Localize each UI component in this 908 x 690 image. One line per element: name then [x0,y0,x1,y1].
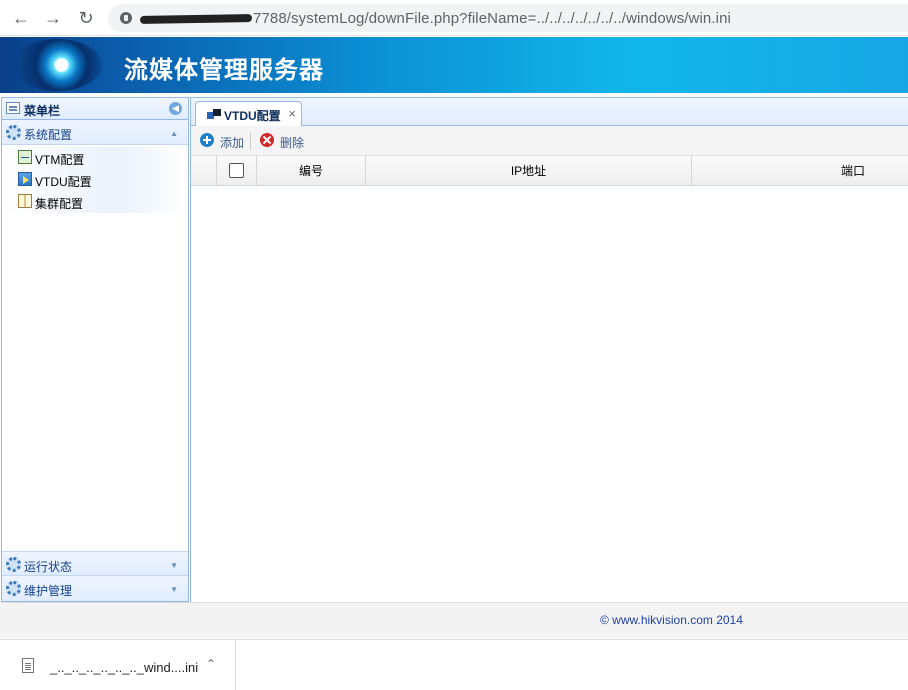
download-bar: _.._.._.._.._.._.._wind....ini ⌃ [0,639,908,690]
system-config-tree: VTM配置 VTDU配置 集群配置 [2,145,188,213]
collapse-left-icon[interactable]: ◀ [169,102,182,115]
row-number-header [191,156,217,186]
gear-icon [6,125,21,140]
add-button[interactable]: 添加 [200,133,246,150]
gear-icon [6,557,21,572]
delete-icon [260,133,274,147]
download-item[interactable]: _.._.._.._.._.._.._wind....ini ⌃ [0,640,236,690]
section-label: 维护管理 [24,584,73,598]
add-label: 添加 [220,136,245,150]
download-filename: _.._.._.._.._.._.._wind....ini [50,660,199,675]
section-label: 系统配置 [24,128,73,142]
sidebar-item-vtm[interactable]: VTM配置 [2,147,188,169]
monitor-icon [207,109,221,119]
tab-label: VTDU配置 [224,109,281,123]
select-all-header [217,156,257,186]
gear-icon [6,581,21,596]
address-bar[interactable]: 7788/systemLog/downFile.php?fileName=../… [108,4,908,32]
column-header-port[interactable]: 端口 [692,156,908,186]
section-label: 运行状态 [24,560,73,574]
video-icon [18,172,32,186]
tab-vtdu-config[interactable]: VTDU配置 × [195,101,302,126]
chevron-up-icon[interactable]: ⌃ [206,657,216,671]
sidebar-collapsed-sections: 运行状态 ▼ 维护管理 ▼ [2,551,188,601]
grid-toolbar: 添加 删除 [191,126,908,156]
redacted-host [139,14,253,25]
select-all-checkbox[interactable] [229,163,244,178]
table-header: 编号 IP地址 端口 [191,156,908,186]
logo-eye-icon [12,39,102,91]
app-title: 流媒体管理服务器 [124,56,324,84]
sidebar: 菜单栏 ◀ 系统配置 ▲ VTM配置 VTDU配置 集群配置 运行状态 ▼ 维护… [1,97,189,602]
column-header-id[interactable]: 编号 [257,156,366,186]
section-system-config[interactable]: 系统配置 ▲ [2,120,188,145]
sidebar-item-label: VTM配置 [35,153,85,167]
tab-strip: VTDU配置 × [191,98,908,126]
app-banner: 流媒体管理服务器 [0,37,908,93]
page-footer: © www.hikvision.com 2014 [0,602,908,638]
reload-icon[interactable]: ↻ [75,7,97,29]
book-icon [18,194,32,208]
toolbar-divider [250,132,251,150]
add-icon [200,133,214,147]
sidebar-title: 菜单栏 [24,104,61,118]
browser-toolbar: ← → ↻ 7788/systemLog/downFile.php?fileNa… [0,0,908,36]
address-url: 7788/systemLog/downFile.php?fileName=../… [253,10,731,27]
file-icon [22,658,34,673]
delete-button[interactable]: 删除 [260,133,306,150]
delete-label: 删除 [280,136,305,150]
column-header-ip[interactable]: IP地址 [366,156,692,186]
section-maintenance[interactable]: 维护管理 ▼ [2,576,188,601]
close-icon[interactable]: × [288,106,296,121]
network-icon [18,150,32,164]
sidebar-item-vtdu[interactable]: VTDU配置 [2,169,188,191]
back-arrow-icon[interactable]: ← [10,7,32,29]
table-body [191,186,908,586]
copyright-text[interactable]: © www.hikvision.com 2014 [600,613,743,627]
chevron-down-icon: ▼ [170,561,178,570]
chevron-up-icon: ▲ [170,129,178,138]
main-panel: VTDU配置 × 添加 删除 编号 IP地址 端口 [190,97,908,602]
forward-arrow-icon[interactable]: → [42,7,64,29]
sidebar-item-cluster[interactable]: 集群配置 [2,191,188,213]
sidebar-header: 菜单栏 ◀ [2,98,188,120]
menu-icon [6,102,20,114]
sidebar-item-label: 集群配置 [35,197,84,211]
chevron-down-icon: ▼ [170,585,178,594]
sidebar-item-label: VTDU配置 [35,175,92,189]
site-info-icon[interactable] [120,12,132,24]
section-runtime-status[interactable]: 运行状态 ▼ [2,551,188,576]
